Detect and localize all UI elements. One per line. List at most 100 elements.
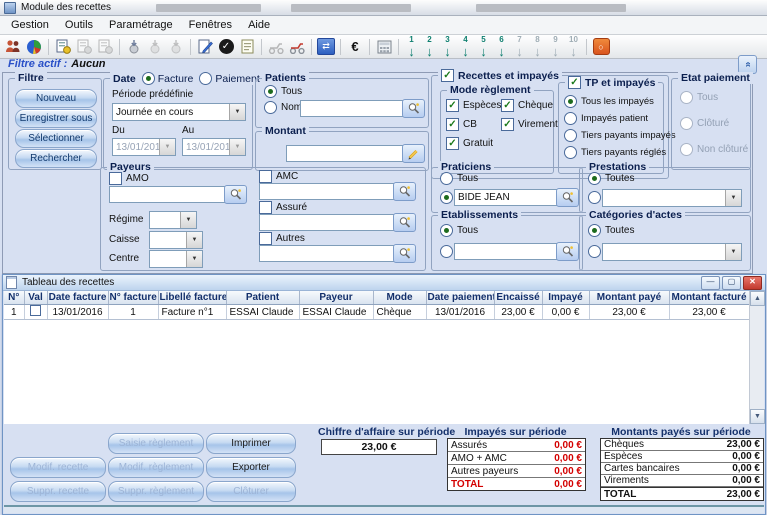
patients-nom-radio[interactable]: Nom xyxy=(264,101,302,114)
table-row[interactable]: 1 13/01/2016 1 Facture n°1 ESSAI Claude … xyxy=(4,305,749,320)
tp-impayes-patient-radio[interactable]: Impayés patient xyxy=(564,112,648,125)
praticien-input[interactable]: BIDE JEAN xyxy=(454,189,560,206)
date-paiement-radio[interactable]: Paiement xyxy=(199,72,259,85)
money-entry-3-icon[interactable] xyxy=(166,37,186,56)
etablissement-input[interactable] xyxy=(454,243,560,260)
menu-gestion[interactable]: Gestion xyxy=(3,17,57,33)
col-header-patient[interactable]: Patient xyxy=(226,291,299,305)
patients-tous-radio[interactable]: Tous xyxy=(264,85,302,98)
amo-search-button[interactable] xyxy=(224,185,247,204)
modif-recette-button[interactable]: Modif. recette xyxy=(10,457,106,478)
scroll-down-icon[interactable]: ▼ xyxy=(750,409,765,424)
du-date-field[interactable]: 13/01/2016▼ xyxy=(112,138,176,156)
saisie-reglement-button[interactable]: Saisie règlement xyxy=(108,433,204,454)
amo-checkbox[interactable]: AMO xyxy=(109,172,149,185)
quick-filter-2-button[interactable]: 2↓ xyxy=(421,37,438,56)
report-2-icon[interactable] xyxy=(74,37,94,56)
quick-filter-3-button[interactable]: 3↓ xyxy=(439,37,456,56)
categories-select-radio[interactable] xyxy=(588,245,601,258)
restore-button[interactable]: ▢ xyxy=(722,276,741,290)
suppr-recette-button[interactable]: Suppr. recette xyxy=(10,481,106,502)
categories-select[interactable]: ▼ xyxy=(602,243,742,261)
quick-filter-7-button[interactable]: 7↓ xyxy=(511,37,528,56)
currency-button[interactable]: € xyxy=(345,37,365,56)
quick-filter-4-button[interactable]: 4↓ xyxy=(457,37,474,56)
praticiens-select-radio[interactable] xyxy=(440,191,453,204)
quick-filter-1-button[interactable]: 1↓ xyxy=(403,37,420,56)
quit-button[interactable]: ○ xyxy=(591,37,611,56)
gratuit-checkbox[interactable]: ✓Gratuit xyxy=(446,137,493,150)
tableau-titlebar[interactable]: Tableau des recettes — ▢ ✕ xyxy=(3,275,765,291)
prestations-select[interactable]: ▼ xyxy=(602,189,742,207)
praticien-search-button[interactable] xyxy=(556,188,579,207)
etat-non-cloture-radio[interactable]: Non clôturé xyxy=(680,143,748,156)
menu-fenetres[interactable]: Fenêtres xyxy=(181,17,240,33)
quick-filter-9-button[interactable]: 9↓ xyxy=(547,37,564,56)
au-date-field[interactable]: 13/01/2016▼ xyxy=(182,138,246,156)
tp-tiers-impayes-radio[interactable]: Tiers payants impayés xyxy=(564,129,676,142)
etat-cloture-radio[interactable]: Clôturé xyxy=(680,117,729,130)
menu-parametrage[interactable]: Paramétrage xyxy=(101,17,181,33)
periode-predefinie-select[interactable]: Journée en cours▼ xyxy=(112,103,246,121)
cloturer-button[interactable]: Clôturer xyxy=(206,481,296,502)
amo-input[interactable] xyxy=(109,186,229,203)
tp-checkbox[interactable]: ✓ xyxy=(568,76,581,89)
col-header-mode[interactable]: Mode xyxy=(373,291,426,305)
patient-name-input[interactable] xyxy=(300,100,406,117)
col-header-val[interactable]: Val xyxy=(24,291,47,305)
col-header-num-facture[interactable]: N° facture xyxy=(108,291,158,305)
close-button[interactable]: ✕ xyxy=(743,276,762,290)
etat-tous-radio[interactable]: Tous xyxy=(680,91,718,104)
recettes-checkbox[interactable]: ✓ xyxy=(441,69,454,82)
col-header-encaisse[interactable]: Encaissé xyxy=(494,291,542,305)
row-checkbox[interactable] xyxy=(30,305,41,316)
quick-filter-8-button[interactable]: 8↓ xyxy=(529,37,546,56)
col-header-montant-facture[interactable]: Montant facturé xyxy=(669,291,749,305)
edit-document-button[interactable] xyxy=(195,37,215,56)
assure-checkbox[interactable]: Assuré xyxy=(259,201,307,214)
col-header-date-facture[interactable]: Date facture xyxy=(47,291,108,305)
statistics-icon[interactable] xyxy=(24,37,44,56)
especes-checkbox[interactable]: ✓Espèces xyxy=(446,99,501,112)
etablissements-tous-radio[interactable]: Tous xyxy=(440,224,478,237)
tp-tous-impayes-radio[interactable]: Tous les impayés xyxy=(564,95,654,108)
money-entry-2-icon[interactable] xyxy=(145,37,165,56)
refresh-button[interactable]: ⇄ xyxy=(316,37,336,56)
col-header-payeur[interactable]: Payeur xyxy=(299,291,373,305)
exporter-button[interactable]: Exporter xyxy=(206,457,296,478)
etablissements-select-radio[interactable] xyxy=(440,245,453,258)
imprimer-button[interactable]: Imprimer xyxy=(206,433,296,454)
montant-edit-button[interactable] xyxy=(402,144,425,163)
selectionner-button[interactable]: Sélectionner xyxy=(15,129,97,148)
categories-toutes-radio[interactable]: Toutes xyxy=(588,224,634,237)
caisse-select[interactable]: ▼ xyxy=(149,231,203,249)
menu-outils[interactable]: Outils xyxy=(57,17,101,33)
suppr-reglement-button[interactable]: Suppr. règlement xyxy=(108,481,204,502)
col-header-montant-paye[interactable]: Montant payé xyxy=(589,291,669,305)
assure-input[interactable] xyxy=(259,214,397,231)
col-header-date-paiement[interactable]: Date paiement xyxy=(426,291,494,305)
patients-icon[interactable] xyxy=(3,37,23,56)
autres-search-button[interactable] xyxy=(393,244,416,263)
prestations-select-radio[interactable] xyxy=(588,191,601,204)
date-facture-radio[interactable]: Facture xyxy=(142,72,194,85)
col-header-libelle[interactable]: Libellé facture xyxy=(158,291,226,305)
col-header-impaye[interactable]: Impayé xyxy=(542,291,589,305)
delivery-2-button[interactable] xyxy=(287,37,307,56)
prestations-toutes-radio[interactable]: Toutes xyxy=(588,172,634,185)
etablissement-search-button[interactable] xyxy=(556,242,579,261)
quick-filter-5-button[interactable]: 5↓ xyxy=(475,37,492,56)
amc-input[interactable] xyxy=(259,183,397,200)
enregistrer-sous-button[interactable]: Enregistrer sous xyxy=(15,109,97,128)
menu-aide[interactable]: Aide xyxy=(240,17,278,33)
recettes-report-icon[interactable] xyxy=(53,37,73,56)
calculator-button[interactable] xyxy=(374,37,394,56)
validate-button[interactable]: ✓ xyxy=(216,37,236,56)
montant-input[interactable] xyxy=(286,145,406,162)
nouveau-button[interactable]: Nouveau xyxy=(15,89,97,108)
vertical-scrollbar[interactable]: ▲ ▼ xyxy=(749,291,764,424)
regime-select[interactable]: ▼ xyxy=(149,211,197,229)
col-header-num[interactable]: N° xyxy=(4,291,24,305)
tp-tiers-regles-radio[interactable]: Tiers payants réglés xyxy=(564,146,666,159)
minimize-button[interactable]: — xyxy=(701,276,720,290)
